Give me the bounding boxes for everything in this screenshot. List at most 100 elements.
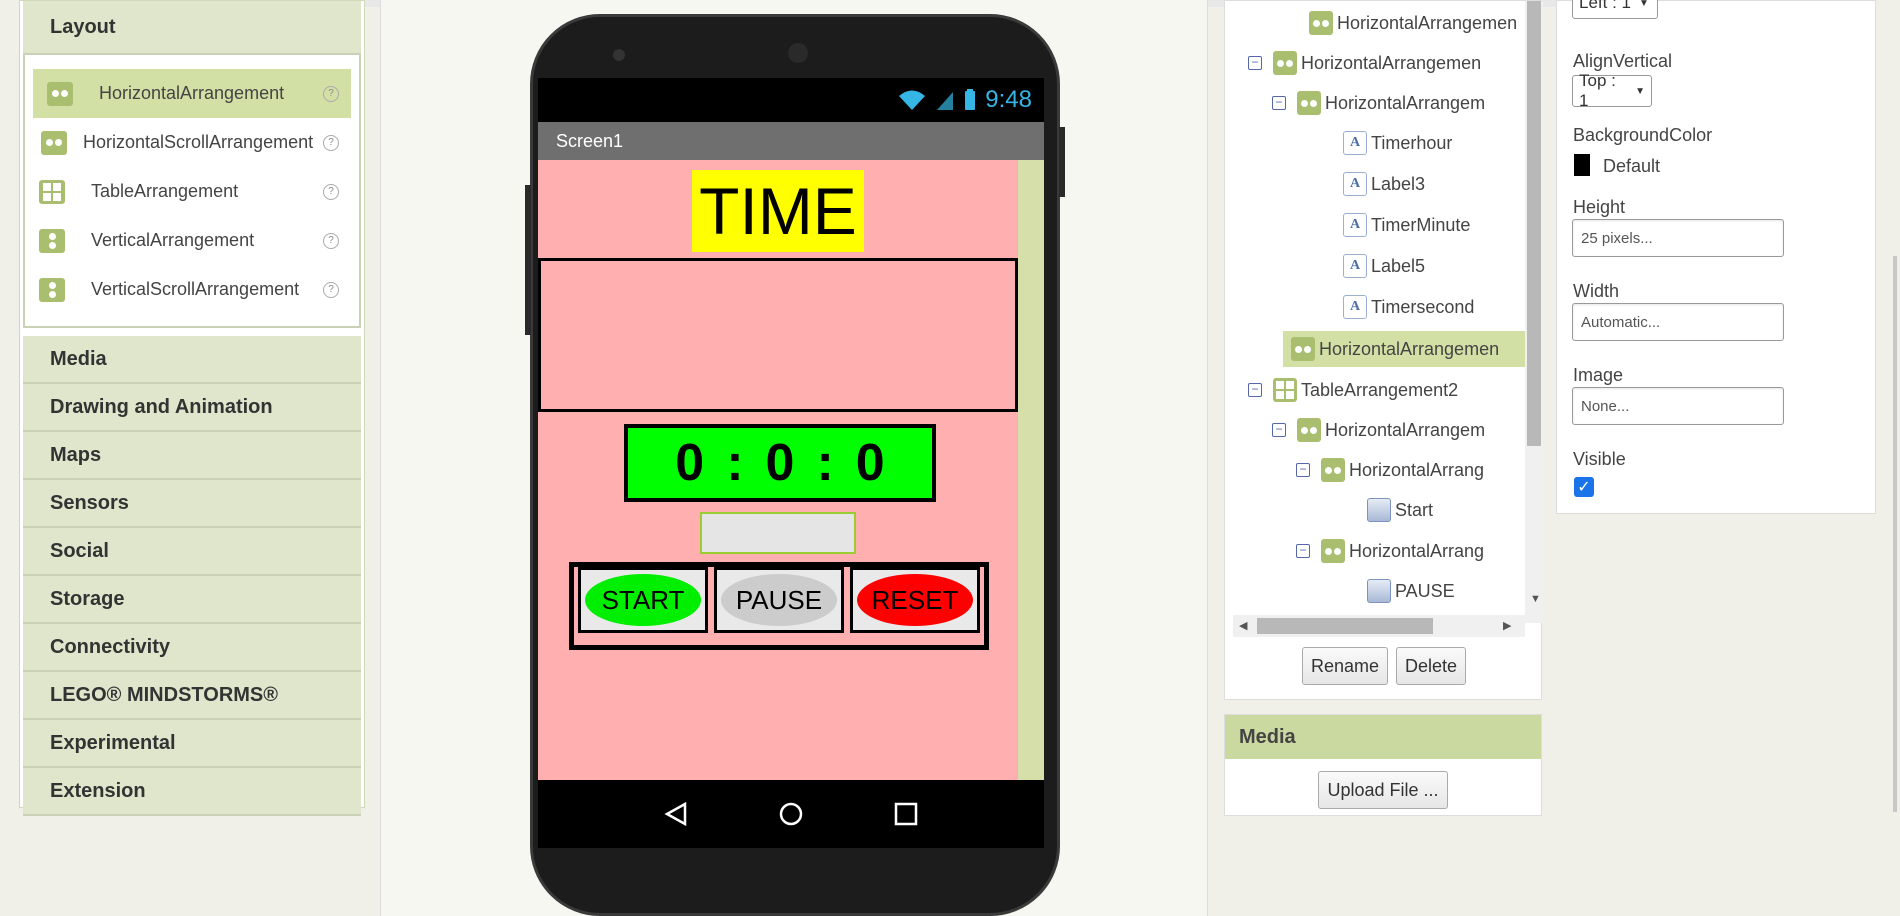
palette-category-sensors[interactable]: Sensors — [23, 480, 361, 528]
palette-category-connectivity[interactable]: Connectivity — [23, 624, 361, 672]
screen-title-bar: Screen1 — [538, 122, 1044, 160]
tree-node[interactable]: A Timersecond — [1343, 289, 1474, 325]
palette-category-maps[interactable]: Maps — [23, 432, 361, 480]
tree-horizontal-scroll-thumb[interactable] — [1257, 618, 1433, 634]
visible-checkbox[interactable]: ✓ — [1574, 477, 1594, 497]
help-icon[interactable]: ? — [323, 134, 339, 151]
screen-scrollbar[interactable] — [1018, 160, 1044, 780]
palette-item-table-arrangement[interactable]: TableArrangement ? — [25, 167, 359, 216]
help-icon[interactable]: ? — [323, 232, 339, 249]
recents-icon — [895, 802, 918, 826]
palette-category-extension[interactable]: Extension — [23, 768, 361, 816]
tree-node[interactable]: Start — [1367, 492, 1433, 528]
timer-separator[interactable]: : — [816, 433, 833, 493]
help-icon[interactable]: ? — [323, 183, 339, 200]
tree-horizontal-scrollbar[interactable]: ◀ ▶ — [1233, 615, 1525, 637]
timer-minute-label[interactable]: 0 — [766, 433, 795, 493]
collapse-toggle-icon[interactable]: − — [1272, 423, 1286, 437]
background-color-value[interactable]: Default — [1603, 156, 1660, 177]
horizontal-arrangement-icon — [1291, 337, 1315, 361]
palette-category-storage[interactable]: Storage — [23, 576, 361, 624]
text-box[interactable] — [700, 512, 856, 554]
rename-button[interactable]: Rename — [1302, 647, 1388, 685]
table-arrangement-icon — [39, 179, 65, 204]
tree-node[interactable]: − TableArrangement2 — [1248, 372, 1458, 408]
tree-node[interactable]: A TimerMinute — [1343, 207, 1470, 243]
height-field[interactable]: 25 pixels... — [1572, 219, 1784, 257]
palette-category-drawing-and-animation[interactable]: Drawing and Animation — [23, 384, 361, 432]
palette-category-media[interactable]: Media — [23, 336, 361, 384]
reset-button[interactable]: RESET — [857, 574, 973, 626]
time-title-label[interactable]: TIME — [692, 170, 864, 252]
pause-button-cell[interactable]: PAUSE — [714, 567, 844, 633]
tree-node[interactable]: − HorizontalArrangemen — [1248, 45, 1481, 81]
tree-node[interactable]: − HorizontalArrangem — [1272, 412, 1485, 448]
phone-screen: 9:48 Screen1 TIME 0 : 0 : 0 START PAUSE … — [538, 78, 1044, 848]
palette-item-horizontal-arrangement[interactable]: HorizontalArrangement ? — [33, 69, 351, 118]
page-scrollbar[interactable] — [1893, 256, 1897, 812]
palette-category-lego-mindstorms[interactable]: LEGO® MINDSTORMS® — [23, 672, 361, 720]
vertical-scroll-arrangement-icon — [39, 277, 65, 302]
timer-second-label[interactable]: 0 — [856, 433, 885, 493]
phone-side-button — [1059, 127, 1065, 197]
palette-item-vertical-arrangement[interactable]: VerticalArrangement ? — [25, 216, 359, 265]
tree-node-label: Start — [1395, 499, 1434, 520]
color-swatch[interactable] — [1574, 154, 1590, 176]
palette-category-layout[interactable]: Layout — [23, 1, 361, 53]
label-icon: A — [1343, 213, 1367, 237]
delete-button[interactable]: Delete — [1396, 647, 1466, 685]
start-button-cell[interactable]: START — [578, 567, 708, 633]
align-horizontal-select[interactable]: Left : 1 ▼ — [1572, 0, 1658, 19]
tree-node[interactable]: PAUSE — [1367, 573, 1455, 609]
tree-node[interactable]: A Timerhour — [1343, 125, 1452, 161]
collapse-toggle-icon[interactable]: − — [1248, 383, 1262, 397]
collapse-toggle-icon[interactable]: − — [1296, 463, 1310, 477]
align-vertical-select[interactable]: Top : 1 ▼ — [1572, 71, 1652, 110]
tree-vertical-scrollbar[interactable]: ▼ — [1525, 1, 1543, 623]
width-label: Width — [1573, 281, 1620, 301]
tree-node-label: Label3 — [1371, 173, 1426, 194]
pause-button[interactable]: PAUSE — [721, 574, 837, 626]
screen-body[interactable]: TIME 0 : 0 : 0 START PAUSE RESET — [538, 160, 1018, 780]
scroll-left-arrow-icon[interactable]: ◀ — [1239, 619, 1247, 632]
horizontal-arrangement-icon — [1321, 458, 1345, 482]
timer-separator[interactable]: : — [726, 433, 743, 493]
tree-node[interactable]: − HorizontalArrangem — [1272, 85, 1485, 121]
collapse-toggle-icon[interactable]: − — [1296, 544, 1310, 558]
tree-node[interactable]: HorizontalArrangemen — [1309, 5, 1517, 41]
phone-nav-bar — [538, 780, 1044, 848]
tree-vertical-scroll-thumb[interactable] — [1527, 1, 1541, 446]
timer-display[interactable]: 0 : 0 : 0 — [624, 424, 936, 502]
reset-button-cell[interactable]: RESET — [850, 567, 980, 633]
timer-hour-label[interactable]: 0 — [675, 433, 704, 493]
tree-node[interactable]: A Label5 — [1343, 248, 1425, 284]
palette-item-vertical-scroll-arrangement[interactable]: VerticalScrollArrangement ? — [25, 265, 359, 314]
horizontal-scroll-arrangement-icon — [41, 130, 67, 155]
tree-node-label: HorizontalArrang — [1349, 540, 1485, 561]
upload-file-button[interactable]: Upload File ... — [1318, 771, 1448, 809]
scroll-right-arrow-icon[interactable]: ▶ — [1503, 619, 1511, 632]
empty-horizontal-arrangement[interactable] — [538, 258, 1018, 412]
collapse-toggle-icon[interactable]: − — [1248, 56, 1262, 70]
label-icon: A — [1343, 295, 1367, 319]
button-table-arrangement[interactable]: START PAUSE RESET — [569, 562, 989, 650]
tree-node[interactable]: − HorizontalArrang — [1296, 533, 1484, 569]
palette-category-social[interactable]: Social — [23, 528, 361, 576]
tree-node[interactable]: − HorizontalArrang — [1296, 452, 1484, 488]
help-icon[interactable]: ? — [323, 281, 339, 298]
palette-category-experimental[interactable]: Experimental — [23, 720, 361, 768]
image-field[interactable]: None... — [1572, 387, 1784, 425]
start-button[interactable]: START — [585, 574, 701, 626]
status-bar: 9:48 — [538, 78, 1044, 122]
collapse-toggle-icon[interactable]: − — [1272, 96, 1286, 110]
phone-side-button — [525, 185, 531, 335]
help-icon[interactable]: ? — [323, 85, 339, 102]
palette-item-horizontal-scroll-arrangement[interactable]: HorizontalScrollArrangement ? — [25, 118, 359, 167]
components-panel: HorizontalArrangemen − HorizontalArrangeme… — [1224, 0, 1543, 700]
wifi-icon — [899, 90, 926, 110]
tree-node[interactable]: A Label3 — [1343, 166, 1425, 202]
scroll-down-arrow-icon[interactable]: ▼ — [1530, 593, 1541, 605]
width-field[interactable]: Automatic... — [1572, 303, 1784, 341]
button-icon — [1367, 498, 1391, 522]
tree-node[interactable]: HorizontalArrangemen — [1283, 331, 1525, 367]
